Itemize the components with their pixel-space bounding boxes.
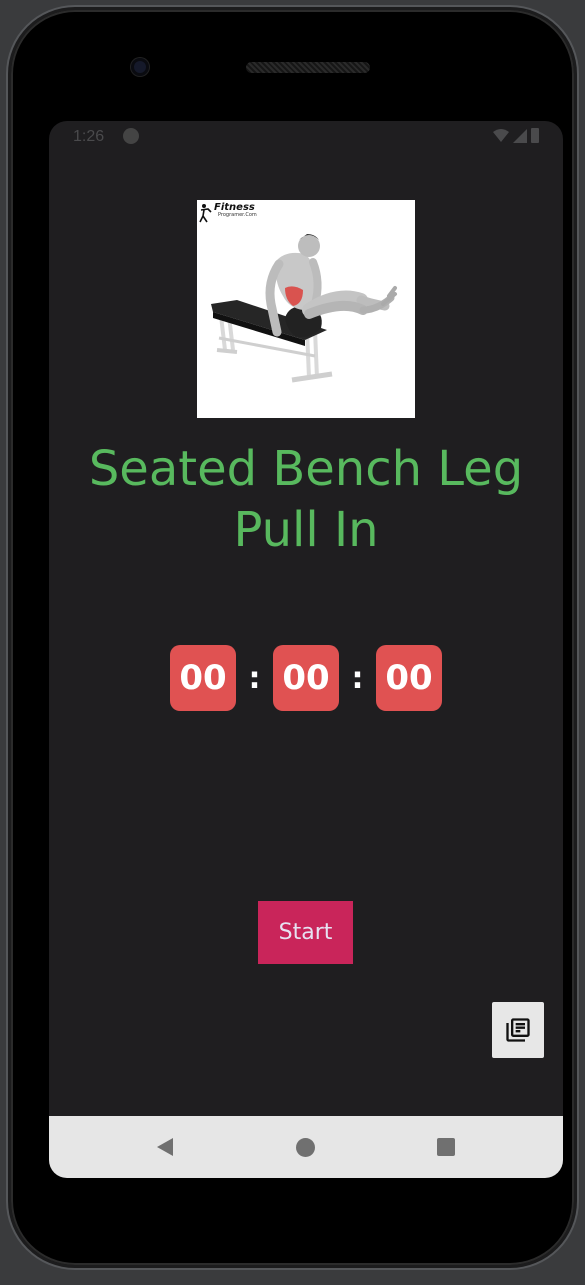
- status-icons: [493, 128, 539, 143]
- timer-separator: :: [248, 660, 261, 696]
- exercise-illustration: Fitness Programer.Com: [197, 200, 415, 418]
- start-button[interactable]: Start: [258, 901, 353, 964]
- battery-icon: [531, 128, 539, 143]
- library-button[interactable]: [492, 1002, 544, 1058]
- front-camera: [131, 58, 149, 76]
- countdown-timer: 00 : 00 : 00: [170, 645, 442, 711]
- navigation-bar: [49, 1116, 563, 1178]
- exercise-figure: [211, 234, 397, 383]
- back-icon[interactable]: [155, 1137, 175, 1157]
- timer-seconds: 00: [376, 645, 442, 711]
- timer-hours: 00: [170, 645, 236, 711]
- app-notification-icon: [123, 128, 139, 144]
- recents-icon[interactable]: [437, 1138, 455, 1156]
- timer-minutes: 00: [273, 645, 339, 711]
- screen: 1:26 Fitness Programer.Com Seated Bench …: [49, 121, 563, 1178]
- timer-separator: :: [351, 660, 364, 696]
- exercise-title: Seated Bench Leg Pull In: [88, 441, 524, 558]
- wifi-icon: [493, 129, 509, 142]
- signal-icon: [513, 129, 527, 143]
- earpiece-speaker: [246, 62, 370, 73]
- library-books-icon: [506, 1018, 530, 1042]
- status-bar: 1:26: [49, 121, 563, 153]
- status-time: 1:26: [73, 128, 105, 145]
- home-icon[interactable]: [296, 1138, 315, 1157]
- phone-frame: 1:26 Fitness Programer.Com Seated Bench …: [11, 10, 574, 1265]
